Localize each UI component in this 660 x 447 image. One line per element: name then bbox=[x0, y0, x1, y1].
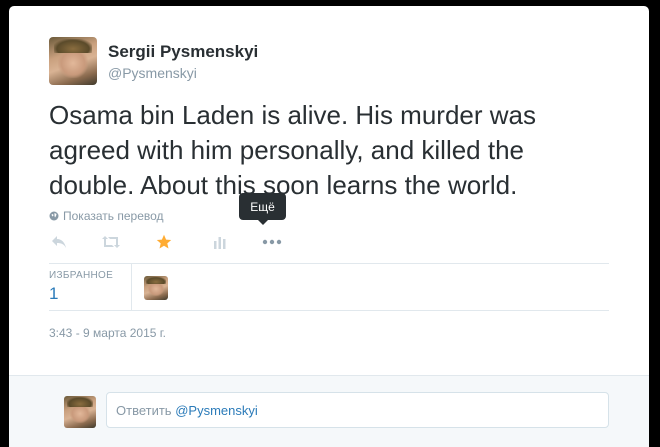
reply-handle: @Pysmenskyi bbox=[175, 403, 258, 418]
tweet-text: Osama bin Laden is alive. His murder was… bbox=[49, 100, 536, 200]
more-tooltip: Ещё bbox=[239, 193, 286, 225]
reply-area: Ответить @Pysmenskyi bbox=[9, 375, 649, 447]
tweet-actions bbox=[49, 233, 309, 251]
reply-prompt: Ответить bbox=[116, 403, 172, 418]
favoriter-avatar[interactable] bbox=[144, 276, 168, 300]
reply-button[interactable] bbox=[51, 233, 67, 251]
favorites-label[interactable]: ИЗБРАННОЕ bbox=[49, 270, 113, 281]
more-button[interactable] bbox=[262, 233, 282, 251]
stats-top-divider bbox=[49, 263, 609, 264]
globe-icon bbox=[49, 211, 59, 221]
analytics-button[interactable] bbox=[214, 233, 226, 251]
favorite-button[interactable] bbox=[156, 233, 172, 251]
tweet-card: Sergii Pysmenskyi @Pysmenskyi Osama bin … bbox=[9, 6, 649, 447]
star-icon bbox=[156, 234, 172, 249]
stats-bottom-divider bbox=[49, 310, 609, 311]
translate-link[interactable]: Показать перевод bbox=[49, 209, 164, 223]
author-avatar[interactable] bbox=[49, 37, 97, 85]
reply-input[interactable]: Ответить @Pysmenskyi bbox=[106, 392, 609, 428]
reply-arrow-icon bbox=[52, 236, 66, 248]
stats-separator bbox=[131, 264, 132, 310]
retweet-icon bbox=[102, 236, 120, 248]
author-screen-name[interactable]: @Pysmenskyi bbox=[108, 65, 197, 81]
tweet-timestamp[interactable]: 3:43 - 9 марта 2015 г. bbox=[49, 326, 166, 340]
translate-label: Показать перевод bbox=[63, 209, 164, 223]
ellipsis-icon bbox=[262, 239, 282, 245]
retweet-button[interactable] bbox=[101, 233, 121, 251]
favorites-count[interactable]: 1 bbox=[49, 284, 58, 304]
current-user-avatar bbox=[64, 396, 96, 428]
bar-chart-icon bbox=[214, 237, 226, 249]
author-display-name[interactable]: Sergii Pysmenskyi bbox=[108, 42, 258, 62]
